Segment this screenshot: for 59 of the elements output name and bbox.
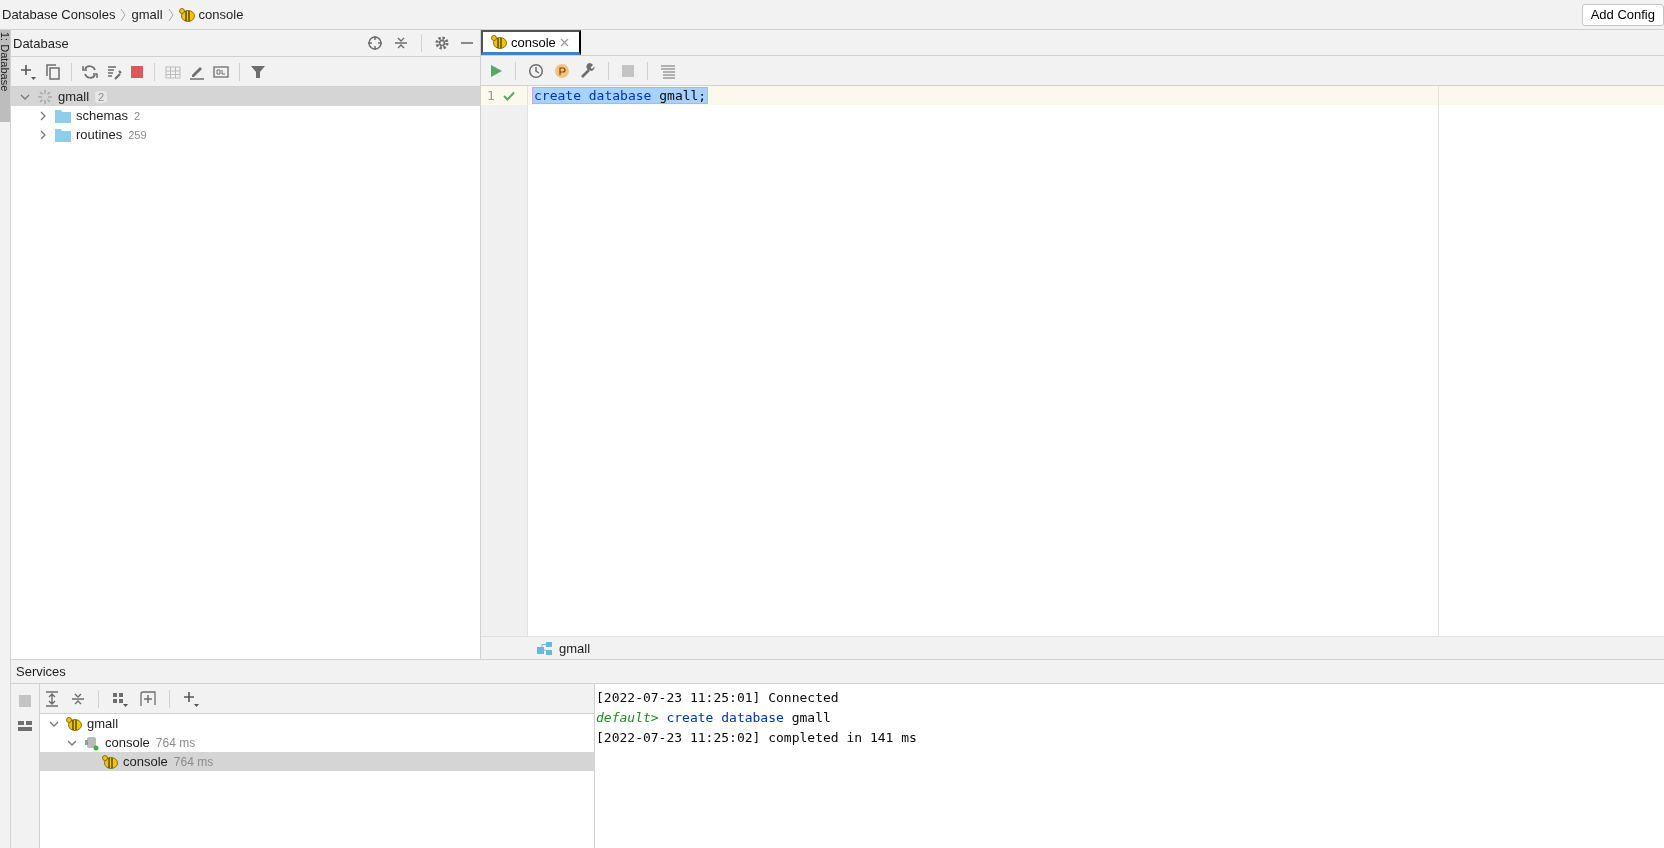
tree-item[interactable]: console 764 ms xyxy=(40,733,594,752)
elapsed-time: 764 ms xyxy=(155,735,196,750)
item-label: routines xyxy=(76,127,123,142)
folder-icon xyxy=(55,108,71,123)
add-icon[interactable] xyxy=(19,62,37,81)
console-output-line: [2022-07-23 11:25:02] completed in 141 ms xyxy=(596,729,917,745)
item-label: gmall xyxy=(58,89,90,104)
schema-indicator[interactable]: gmall xyxy=(537,640,591,656)
tree-item[interactable]: routines 259 xyxy=(11,125,480,144)
item-label: gmall xyxy=(87,716,119,731)
add-service-icon[interactable] xyxy=(182,689,200,708)
copy-icon[interactable] xyxy=(45,63,61,80)
elapsed-time: 764 ms xyxy=(173,754,214,769)
filter-icon[interactable] xyxy=(250,63,266,80)
editor-tab[interactable]: console xyxy=(481,30,581,55)
layout-icon[interactable] xyxy=(18,720,32,732)
tree-item[interactable]: console 764 ms xyxy=(40,752,594,771)
panel-title: Services xyxy=(16,664,66,679)
settings-icon[interactable] xyxy=(434,35,450,51)
tree-item[interactable]: gmall 2 xyxy=(11,87,480,106)
tree-item[interactable]: gmall xyxy=(40,714,594,733)
collapse-all-icon[interactable] xyxy=(393,35,409,51)
tool-window-tab[interactable]: 1: Database xyxy=(0,30,10,122)
item-count: 2 xyxy=(134,109,141,122)
query-console-icon[interactable] xyxy=(213,63,229,80)
close-icon[interactable] xyxy=(559,37,569,47)
bee-icon xyxy=(178,7,195,22)
folder-icon xyxy=(55,127,71,142)
console-output-line: default> create database gmall xyxy=(596,709,831,725)
tree-item[interactable]: schemas 2 xyxy=(11,106,480,125)
line-number: 1 xyxy=(487,88,495,103)
add-configuration-button[interactable]: Add Config xyxy=(1581,3,1664,26)
bee-icon xyxy=(66,716,82,731)
item-count: 259 xyxy=(128,128,147,141)
item-label: console xyxy=(105,735,150,750)
console-output-line: [2022-07-23 11:25:01] Connected xyxy=(596,689,839,705)
item-count: 2 xyxy=(95,90,108,103)
item-label: schemas xyxy=(76,108,129,123)
parameter-icon[interactable] xyxy=(554,62,570,79)
breadcrumb-separator-icon xyxy=(167,7,174,22)
wrench-icon[interactable] xyxy=(580,62,596,79)
loading-icon xyxy=(37,88,53,105)
bee-icon xyxy=(102,754,118,769)
panel-title: Database xyxy=(13,35,70,51)
session-icon xyxy=(84,734,100,751)
refresh-icon[interactable] xyxy=(82,63,98,80)
breadcrumb-item[interactable]: gmall xyxy=(131,7,163,22)
target-icon[interactable] xyxy=(367,35,383,51)
run-icon[interactable] xyxy=(489,63,503,78)
expand-all-icon[interactable] xyxy=(44,690,60,707)
properties-icon[interactable] xyxy=(106,63,122,80)
bee-icon xyxy=(491,35,507,49)
add-group-icon[interactable] xyxy=(139,690,157,707)
breadcrumb-item[interactable]: Database Consoles xyxy=(2,7,116,22)
breadcrumb-separator-icon xyxy=(120,7,127,22)
breadcrumb-item[interactable]: console xyxy=(178,7,244,22)
item-label: console xyxy=(123,754,168,769)
history-icon[interactable] xyxy=(528,62,544,79)
stop-icon[interactable] xyxy=(130,64,144,79)
